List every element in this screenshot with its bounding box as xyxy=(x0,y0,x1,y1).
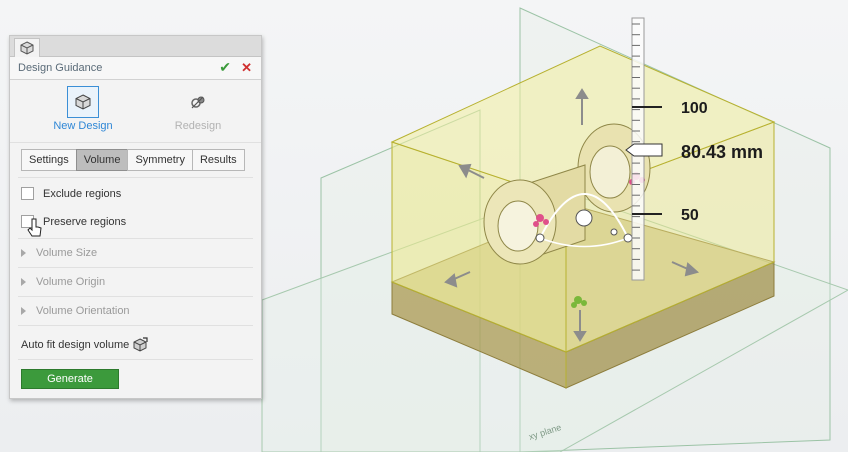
gizmo-handle-mid[interactable] xyxy=(610,228,618,236)
design-guidance-panel: Design Guidance ✔ ✕ New Design Redesign xyxy=(9,35,262,399)
tab-volume[interactable]: Volume xyxy=(75,149,129,171)
mode-selector: New Design Redesign xyxy=(10,80,261,143)
volume-size-section[interactable]: Volume Size xyxy=(21,247,97,259)
divider xyxy=(18,238,253,239)
settings-tabs: Settings Volume Symmetry Results xyxy=(21,149,245,171)
divider xyxy=(18,325,253,326)
ruler-label-100: 100 xyxy=(681,100,708,117)
cylinder-back-hole xyxy=(589,145,631,199)
ruler-value: 80.43 mm xyxy=(681,142,763,162)
auto-fit-label: Auto fit design volume xyxy=(21,339,130,351)
close-icon[interactable]: ✕ xyxy=(241,60,252,76)
panel-tab[interactable] xyxy=(14,38,40,57)
volume-size-label: Volume Size xyxy=(36,247,98,259)
gizmo-handle-right[interactable] xyxy=(623,233,633,243)
redesign-label: Redesign xyxy=(174,120,222,132)
hand-cursor-icon xyxy=(27,218,42,237)
tab-results[interactable]: Results xyxy=(191,149,245,171)
auto-fit-icon[interactable] xyxy=(132,337,148,353)
volume-origin-section[interactable]: Volume Origin xyxy=(21,276,105,288)
cube-icon xyxy=(20,41,34,55)
gizmo-handle-left[interactable] xyxy=(535,233,545,243)
exclude-regions-label: Exclude regions xyxy=(43,187,122,200)
exclude-regions-row: Exclude regions xyxy=(21,187,121,200)
generate-button[interactable]: Generate xyxy=(21,369,119,389)
chevron-right-icon xyxy=(21,307,26,315)
panel-header: Design Guidance ✔ ✕ xyxy=(10,57,261,80)
divider xyxy=(18,267,253,268)
gizmo-center-handle[interactable] xyxy=(575,209,593,227)
volume-orientation-label: Volume Orientation xyxy=(36,305,130,317)
panel-title: Design Guidance xyxy=(18,62,103,74)
panel-tabstrip xyxy=(10,36,261,57)
auto-fit-row: Auto fit design volume xyxy=(21,337,148,353)
chevron-right-icon xyxy=(21,278,26,286)
chevron-right-icon xyxy=(21,249,26,257)
ruler-pointer[interactable] xyxy=(625,143,663,157)
preserve-regions-label: Preserve regions xyxy=(43,215,127,228)
tab-symmetry[interactable]: Symmetry xyxy=(127,149,193,171)
tab-settings[interactable]: Settings xyxy=(21,149,77,171)
new-design-label: New Design xyxy=(53,120,113,132)
cube-icon xyxy=(67,86,99,118)
exclude-regions-checkbox[interactable] xyxy=(21,187,34,200)
ruler-label-50: 50 xyxy=(681,207,699,224)
redesign-icon xyxy=(182,86,214,118)
volume-origin-label: Volume Origin xyxy=(36,276,106,288)
divider xyxy=(18,359,253,360)
divider xyxy=(18,296,253,297)
divider xyxy=(18,177,253,178)
new-design-button[interactable]: New Design xyxy=(35,86,131,132)
check-icon[interactable]: ✔ xyxy=(219,59,231,76)
volume-orientation-section[interactable]: Volume Orientation xyxy=(21,305,130,317)
cylinder-front-hole xyxy=(497,200,539,252)
redesign-button[interactable]: Redesign xyxy=(150,86,246,132)
